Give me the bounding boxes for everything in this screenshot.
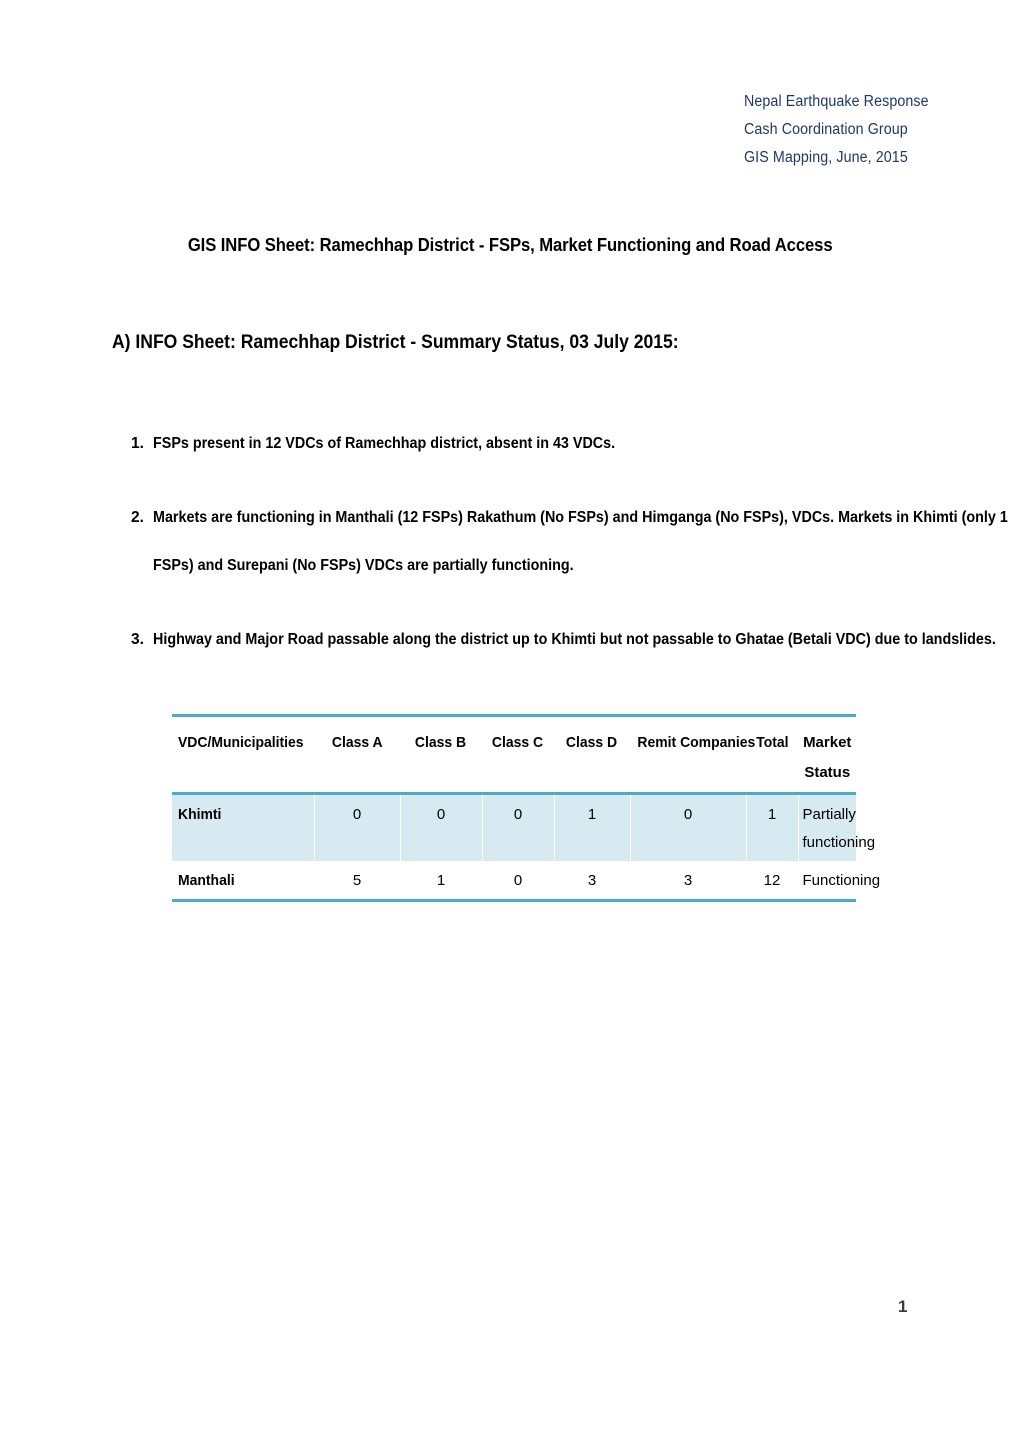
- cell-class-d: 1: [554, 795, 631, 861]
- list-item-number: 1.: [131, 435, 144, 452]
- summary-table-body: Khimti 0 0 0 1 0 1 Partially functioning…: [172, 795, 881, 899]
- findings-list: 1. FSPs present in 12 VDCs of Ramechhap …: [131, 420, 1008, 690]
- cell-vdc-name: Manthali: [172, 861, 315, 899]
- column-header-class-d: Class D: [554, 717, 631, 792]
- column-header-remit-companies: Remit Companies: [630, 717, 755, 792]
- list-item-body: Markets are functioning in Manthali (12 …: [153, 494, 1008, 590]
- cell-class-a: 0: [314, 795, 401, 861]
- cell-market-status: Functioning: [802, 872, 881, 889]
- cell-class-d: 3: [554, 861, 631, 899]
- summary-table-container: VDC/Municipalities Class A Class B Class…: [172, 714, 881, 902]
- list-item-body: FSPs present in 12 VDCs of Ramechhap dis…: [153, 420, 942, 468]
- page-title: GIS INFO Sheet: Ramechhap District - FSP…: [0, 234, 1020, 256]
- document-page: Nepal Earthquake Response Cash Coordinat…: [0, 0, 1020, 1443]
- cell-remit-companies: 0: [630, 795, 747, 861]
- cell-class-b: 1: [400, 861, 483, 899]
- document-header: Nepal Earthquake Response Cash Coordinat…: [744, 88, 983, 172]
- list-item-line: FSPs) and Surepani (No FSPs) VDCs are pa…: [153, 557, 574, 574]
- table-row: Khimti 0 0 0 1 0 1 Partially functioning: [172, 795, 875, 861]
- list-item: 3. Highway and Major Road passable along…: [131, 616, 996, 664]
- section-heading-a-text: A) INFO Sheet: Ramechhap District - Summ…: [112, 331, 679, 353]
- column-header-market-status: Market Status: [803, 734, 852, 781]
- table-row: Manthali 5 1 0 3 3 12 Functioning: [172, 861, 881, 899]
- section-heading-a: A) INFO Sheet: Ramechhap District - Summ…: [112, 331, 742, 354]
- column-header-class-b: Class B: [400, 717, 483, 792]
- cell-total: 12: [746, 861, 799, 899]
- cell-total: 1: [746, 795, 799, 861]
- column-header-vdc: VDC/Municipalities: [172, 717, 315, 792]
- table-bottom-rule: [172, 899, 856, 902]
- column-header-class-a: Class A: [314, 717, 401, 792]
- list-item-line: FSPs present in 12 VDCs of Ramechhap dis…: [153, 435, 616, 452]
- list-item: 1. FSPs present in 12 VDCs of Ramechhap …: [131, 420, 921, 468]
- table-header-row: VDC/Municipalities Class A Class B Class…: [172, 717, 856, 792]
- cell-class-c: 0: [482, 795, 555, 861]
- list-item: 2. Markets are functioning in Manthali (…: [131, 494, 1008, 590]
- cell-class-a: 5: [314, 861, 401, 899]
- page-title-text: GIS INFO Sheet: Ramechhap District - FSP…: [187, 234, 833, 255]
- cell-class-c: 0: [482, 861, 555, 899]
- list-item-number: 2.: [131, 509, 144, 526]
- list-item-line: Highway and Major Road passable along th…: [153, 631, 996, 648]
- list-item-body: Highway and Major Road passable along th…: [153, 616, 996, 664]
- list-item-line: Markets are functioning in Manthali (12 …: [153, 509, 1008, 526]
- column-header-class-c: Class C: [482, 717, 555, 792]
- header-line-group: Cash Coordination Group: [744, 121, 908, 138]
- summary-table: VDC/Municipalities Class A Class B Class…: [172, 717, 856, 792]
- cell-class-b: 0: [400, 795, 483, 861]
- header-line-org: Nepal Earthquake Response: [744, 93, 929, 110]
- cell-remit-companies: 3: [630, 861, 747, 899]
- list-item-number: 3.: [131, 631, 144, 648]
- header-line-mapping: GIS Mapping, June, 2015: [744, 149, 908, 166]
- cell-market-status: Partially functioning: [798, 795, 875, 861]
- page-number: 1: [898, 1297, 908, 1316]
- cell-vdc-name: Khimti: [172, 795, 315, 861]
